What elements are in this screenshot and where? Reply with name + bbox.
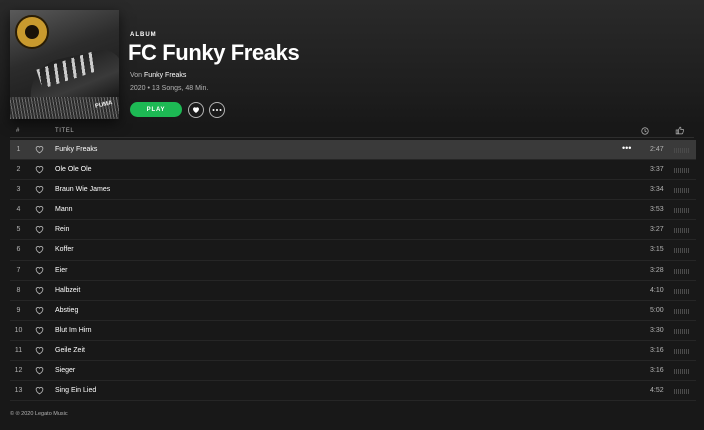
track-title[interactable]: Halbzeit — [55, 287, 80, 294]
track-row[interactable]: 12 Sieger 3:16 — [10, 361, 696, 382]
artist-link[interactable]: Funky Freaks — [144, 72, 186, 79]
column-title[interactable]: TITEL — [55, 128, 74, 134]
album-cover[interactable]: PUMA — [10, 10, 119, 119]
heart-icon[interactable] — [35, 225, 44, 234]
popularity-bar — [674, 348, 690, 354]
popularity-bar — [674, 268, 690, 274]
track-number: 13 — [14, 387, 23, 395]
track-number: 1 — [16, 146, 21, 153]
album-title: FC Funky Freaks — [128, 40, 300, 65]
track-duration: 3:27 — [650, 226, 664, 234]
track-duration: 5:00 — [650, 306, 664, 314]
track-duration: 4:52 — [650, 387, 664, 395]
track-row[interactable]: 2 Ole Ole Ole 3:37 — [10, 160, 696, 181]
track-row[interactable]: 8 Halbzeit 4:10 — [10, 281, 696, 301]
album-type-label: ALBUM — [130, 32, 157, 38]
track-duration: 3:16 — [650, 367, 664, 375]
tracklist-header: # TITEL — [10, 126, 694, 138]
track-row[interactable]: 1 Funky Freaks ••• 2:47 — [10, 140, 696, 161]
track-number: 12 — [14, 367, 23, 375]
popularity-bar — [674, 288, 690, 294]
album-meta: 2020 • 13 Songs, 48 Min. — [130, 85, 209, 92]
track-duration: 2:47 — [650, 146, 664, 153]
track-title[interactable]: Abstieg — [55, 307, 78, 314]
popularity-bar — [674, 168, 690, 174]
track-title[interactable]: Koffer — [55, 246, 74, 253]
track-number: 9 — [16, 306, 21, 314]
heart-icon[interactable] — [35, 205, 44, 214]
track-more-icon[interactable]: ••• — [622, 143, 631, 153]
track-title[interactable]: Blut Im Hirn — [55, 327, 92, 334]
heart-icon[interactable] — [35, 386, 44, 395]
track-title[interactable]: Geile Zeit — [55, 347, 85, 354]
track-number: 3 — [16, 186, 21, 194]
play-button[interactable]: PLAY — [130, 102, 182, 117]
clock-icon[interactable] — [641, 127, 649, 135]
track-row[interactable]: 13 Sing Ein Lied 4:52 — [10, 381, 696, 402]
track-duration: 3:15 — [650, 246, 664, 254]
track-duration: 3:53 — [650, 206, 664, 214]
track-row[interactable]: 9 Abstieg 5:00 — [10, 301, 696, 321]
thumbs-up-icon[interactable] — [675, 126, 684, 135]
heart-icon[interactable] — [35, 306, 44, 315]
track-duration: 3:34 — [650, 186, 664, 194]
tracklist: 1 Funky Freaks ••• 2:47 2 Ole Ole Ole 3:37 3 Bra… — [10, 140, 696, 402]
track-duration: 3:30 — [650, 326, 664, 334]
copyright-text: © ℗ 2020 Legato Music — [10, 411, 68, 417]
track-number: 4 — [16, 206, 21, 214]
heart-icon[interactable] — [35, 326, 44, 335]
heart-icon[interactable] — [35, 346, 44, 355]
track-duration: 3:16 — [650, 346, 664, 354]
track-row[interactable]: 4 Mann 3:53 — [10, 200, 696, 221]
track-number: 8 — [16, 286, 21, 294]
popularity-bar — [674, 328, 690, 334]
track-title[interactable]: Braun Wie James — [55, 186, 110, 193]
popularity-bar — [674, 248, 690, 254]
track-number: 7 — [16, 266, 21, 274]
by-prefix: Von — [130, 72, 143, 79]
track-title[interactable]: Ole Ole Ole — [55, 166, 92, 173]
heart-icon[interactable] — [35, 185, 44, 194]
popularity-bar — [674, 389, 690, 395]
club-badge-logo — [15, 15, 49, 49]
popularity-bar — [674, 308, 690, 314]
track-number: 10 — [14, 326, 23, 334]
heart-icon[interactable] — [35, 145, 44, 154]
popularity-bar — [674, 148, 690, 153]
heart-icon[interactable] — [35, 366, 44, 375]
track-title[interactable]: Eier — [55, 267, 67, 274]
heart-icon[interactable] — [35, 286, 44, 295]
track-title[interactable]: Rein — [55, 226, 69, 233]
column-number: # — [16, 128, 20, 134]
track-title[interactable]: Funky Freaks — [55, 146, 97, 153]
track-duration: 3:37 — [650, 166, 664, 174]
track-row[interactable]: 7 Eier 3:28 — [10, 261, 696, 281]
track-duration: 3:28 — [650, 266, 664, 274]
track-number: 11 — [14, 346, 23, 354]
popularity-bar — [674, 369, 690, 375]
album-byline: Von Funky Freaks — [130, 72, 186, 79]
track-title[interactable]: Sing Ein Lied — [55, 387, 96, 394]
track-title[interactable]: Mann — [55, 206, 73, 213]
heart-icon — [192, 107, 200, 113]
track-row[interactable]: 11 Geile Zeit 3:16 — [10, 341, 696, 362]
track-duration: 4:10 — [650, 286, 664, 294]
track-number: 5 — [16, 226, 21, 234]
more-options-button[interactable] — [209, 102, 225, 118]
track-title[interactable]: Sieger — [55, 367, 75, 374]
heart-icon[interactable] — [35, 245, 44, 254]
popularity-bar — [674, 188, 690, 194]
save-album-button[interactable] — [188, 102, 204, 118]
heart-icon[interactable] — [35, 266, 44, 275]
track-number: 6 — [16, 246, 21, 254]
popularity-bar — [674, 208, 690, 214]
popularity-bar — [674, 228, 690, 234]
track-row[interactable]: 6 Koffer 3:15 — [10, 240, 696, 261]
track-number: 2 — [16, 166, 21, 174]
more-icon — [212, 109, 222, 111]
heart-icon[interactable] — [35, 165, 44, 174]
track-row[interactable]: 10 Blut Im Hirn 3:30 — [10, 321, 696, 341]
track-row[interactable]: 5 Rein 3:27 — [10, 220, 696, 241]
track-row[interactable]: 3 Braun Wie James 3:34 — [10, 180, 696, 201]
